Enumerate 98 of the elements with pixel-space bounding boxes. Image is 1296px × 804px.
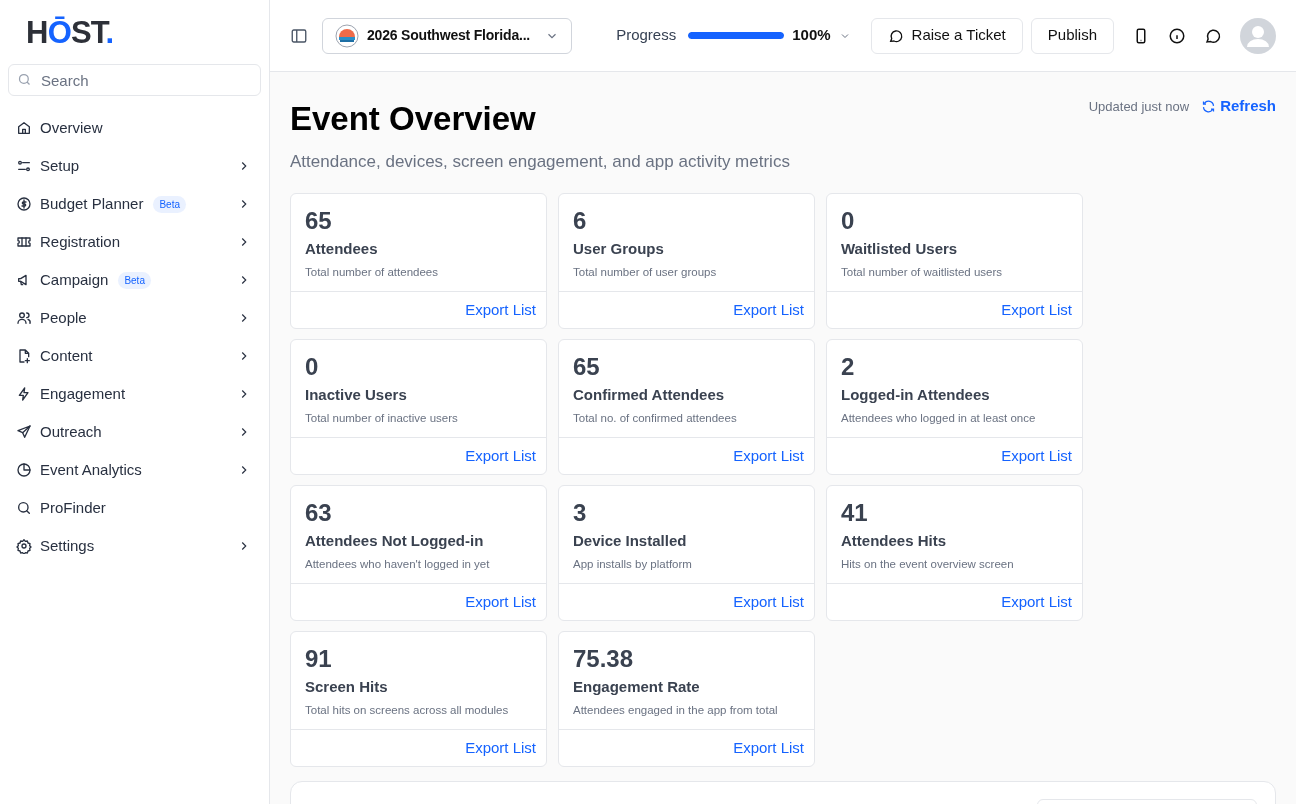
metric-description: Attendees who haven't logged in yet: [305, 557, 491, 573]
metric-description: Attendees who logged in at least once: [841, 411, 1037, 427]
export-list-link[interactable]: Export List: [465, 298, 536, 321]
sliders-icon: [16, 158, 32, 174]
export-list-link[interactable]: Export List: [465, 590, 536, 613]
metric-title: Attendees Hits: [841, 530, 948, 551]
metric-value: 65: [573, 351, 601, 382]
metric-description: Total number of user groups: [573, 265, 718, 281]
metric-description: Hits on the event overview screen: [841, 557, 1015, 573]
sidebar-label: Budget Planner: [40, 193, 144, 214]
sidebar-item[interactable]: Registration: [8, 223, 261, 261]
refresh-button[interactable]: Refresh: [1201, 95, 1276, 118]
event-logo-icon: [335, 23, 359, 48]
home-icon: [16, 120, 32, 136]
sidebar-item[interactable]: Event Analytics: [8, 451, 261, 489]
metric-title: Engagement Rate: [573, 676, 701, 697]
sidebar-item[interactable]: Settings: [8, 527, 261, 565]
export-list-link[interactable]: Export List: [1001, 590, 1072, 613]
sidebar-item[interactable]: Campaign Beta: [8, 261, 261, 299]
export-list-link[interactable]: Export List: [733, 444, 804, 467]
metric-value: 63: [305, 497, 333, 528]
metric-description: Total number of attendees: [305, 265, 439, 281]
metric-value: 65: [305, 205, 333, 236]
updated-label: Updated just now: [1088, 97, 1190, 116]
progress-value: 100%: [792, 25, 831, 46]
beta-badge: Beta: [153, 195, 186, 213]
page-subtitle: Attendance, devices, screen engagement, and app activity metrics: [290, 151, 790, 174]
sidebar-label: Settings: [40, 535, 95, 556]
event-selector[interactable]: 2026 Southwest Florida...: [322, 17, 572, 54]
page-title: Event Overview: [290, 99, 537, 139]
beta-badge: Beta: [118, 271, 151, 289]
export-list-link[interactable]: Export List: [1001, 298, 1072, 321]
file-icon: [16, 348, 32, 364]
sidebar-label: Content: [40, 345, 93, 366]
sidebar-item[interactable]: Outreach: [8, 413, 261, 451]
sidebar-label: Event Analytics: [40, 459, 142, 480]
info-icon[interactable]: [1168, 26, 1186, 45]
sidebar-item[interactable]: ProFinder: [8, 489, 261, 527]
metric-description: App installs by platform: [573, 557, 693, 573]
export-list-link[interactable]: Export List: [465, 736, 536, 759]
metric-title: Device Installed: [573, 530, 688, 551]
sidebar-label: Outreach: [40, 421, 102, 442]
settings-icon: [16, 538, 32, 554]
sidebar-item[interactable]: Setup: [8, 147, 261, 185]
sidebar-label: Engagement: [40, 383, 126, 404]
send-icon: [16, 424, 32, 440]
metric-value: 75.38: [573, 643, 635, 674]
sidebar-item[interactable]: Overview: [8, 109, 261, 147]
metric-title: Logged-in Attendees: [841, 384, 991, 405]
sidebar-item[interactable]: Engagement: [8, 375, 261, 413]
metric-value: 41: [841, 497, 869, 528]
sidebar-label: Registration: [40, 231, 121, 252]
metric-value: 0: [841, 205, 856, 236]
metric-title: Attendees: [305, 238, 379, 259]
publish-button[interactable]: Publish: [1030, 17, 1114, 54]
chat-icon: [887, 27, 904, 44]
sidebar-label: Campaign: [40, 269, 109, 290]
metric-description: Total number of inactive users: [305, 411, 459, 427]
metric-value: 3: [573, 497, 588, 528]
search-field[interactable]: Search: [8, 64, 261, 96]
export-list-link[interactable]: Export List: [733, 298, 804, 321]
sidebar-label: Overview: [40, 117, 103, 138]
ticket-button[interactable]: Raise a Ticket: [870, 17, 1023, 54]
metric-value: 0: [305, 351, 320, 382]
sidebar-label: Setup: [40, 155, 80, 176]
sidebar-label: ProFinder: [40, 497, 106, 518]
metric-description: Attendees engaged in the app from total: [573, 703, 779, 719]
logo: HŌST.: [26, 16, 114, 48]
lightning-icon: [16, 386, 32, 402]
search-icon: [17, 72, 32, 87]
sidebar-label: People: [40, 307, 87, 328]
sidebar-toggle-icon[interactable]: [290, 26, 308, 45]
sidebar-item[interactable]: People: [8, 299, 261, 337]
pie-chart-icon: [16, 462, 32, 478]
export-list-link[interactable]: Export List: [733, 590, 804, 613]
metric-title: Waitlisted Users: [841, 238, 959, 259]
metric-value: 91: [305, 643, 333, 674]
metric-value: 2: [841, 351, 856, 382]
ticket-icon: [16, 234, 32, 250]
metric-title: Inactive Users: [305, 384, 408, 405]
users-icon: [16, 310, 32, 326]
refresh-icon: [1201, 98, 1217, 114]
search-icon: [16, 500, 32, 516]
dollar-icon: [16, 196, 32, 212]
metric-description: Total no. of confirmed attendees: [573, 411, 738, 427]
metric-description: Total number of waitlisted users: [841, 265, 1004, 281]
export-list-link[interactable]: Export List: [733, 736, 804, 759]
export-list-link[interactable]: Export List: [465, 444, 536, 467]
metric-title: User Groups: [573, 238, 665, 259]
sidebar-item[interactable]: Content: [8, 337, 261, 375]
sidebar-item[interactable]: Budget Planner Beta: [8, 185, 261, 223]
metric-title: Confirmed Attendees: [573, 384, 726, 405]
progress-label: Progress: [616, 25, 677, 46]
metric-description: Total hits on screens across all modules: [305, 703, 510, 719]
metric-value: 6: [573, 205, 588, 236]
metric-title: Attendees Not Logged-in: [305, 530, 485, 551]
export-list-link[interactable]: Export List: [1001, 444, 1072, 467]
metric-title: Screen Hits: [305, 676, 389, 697]
